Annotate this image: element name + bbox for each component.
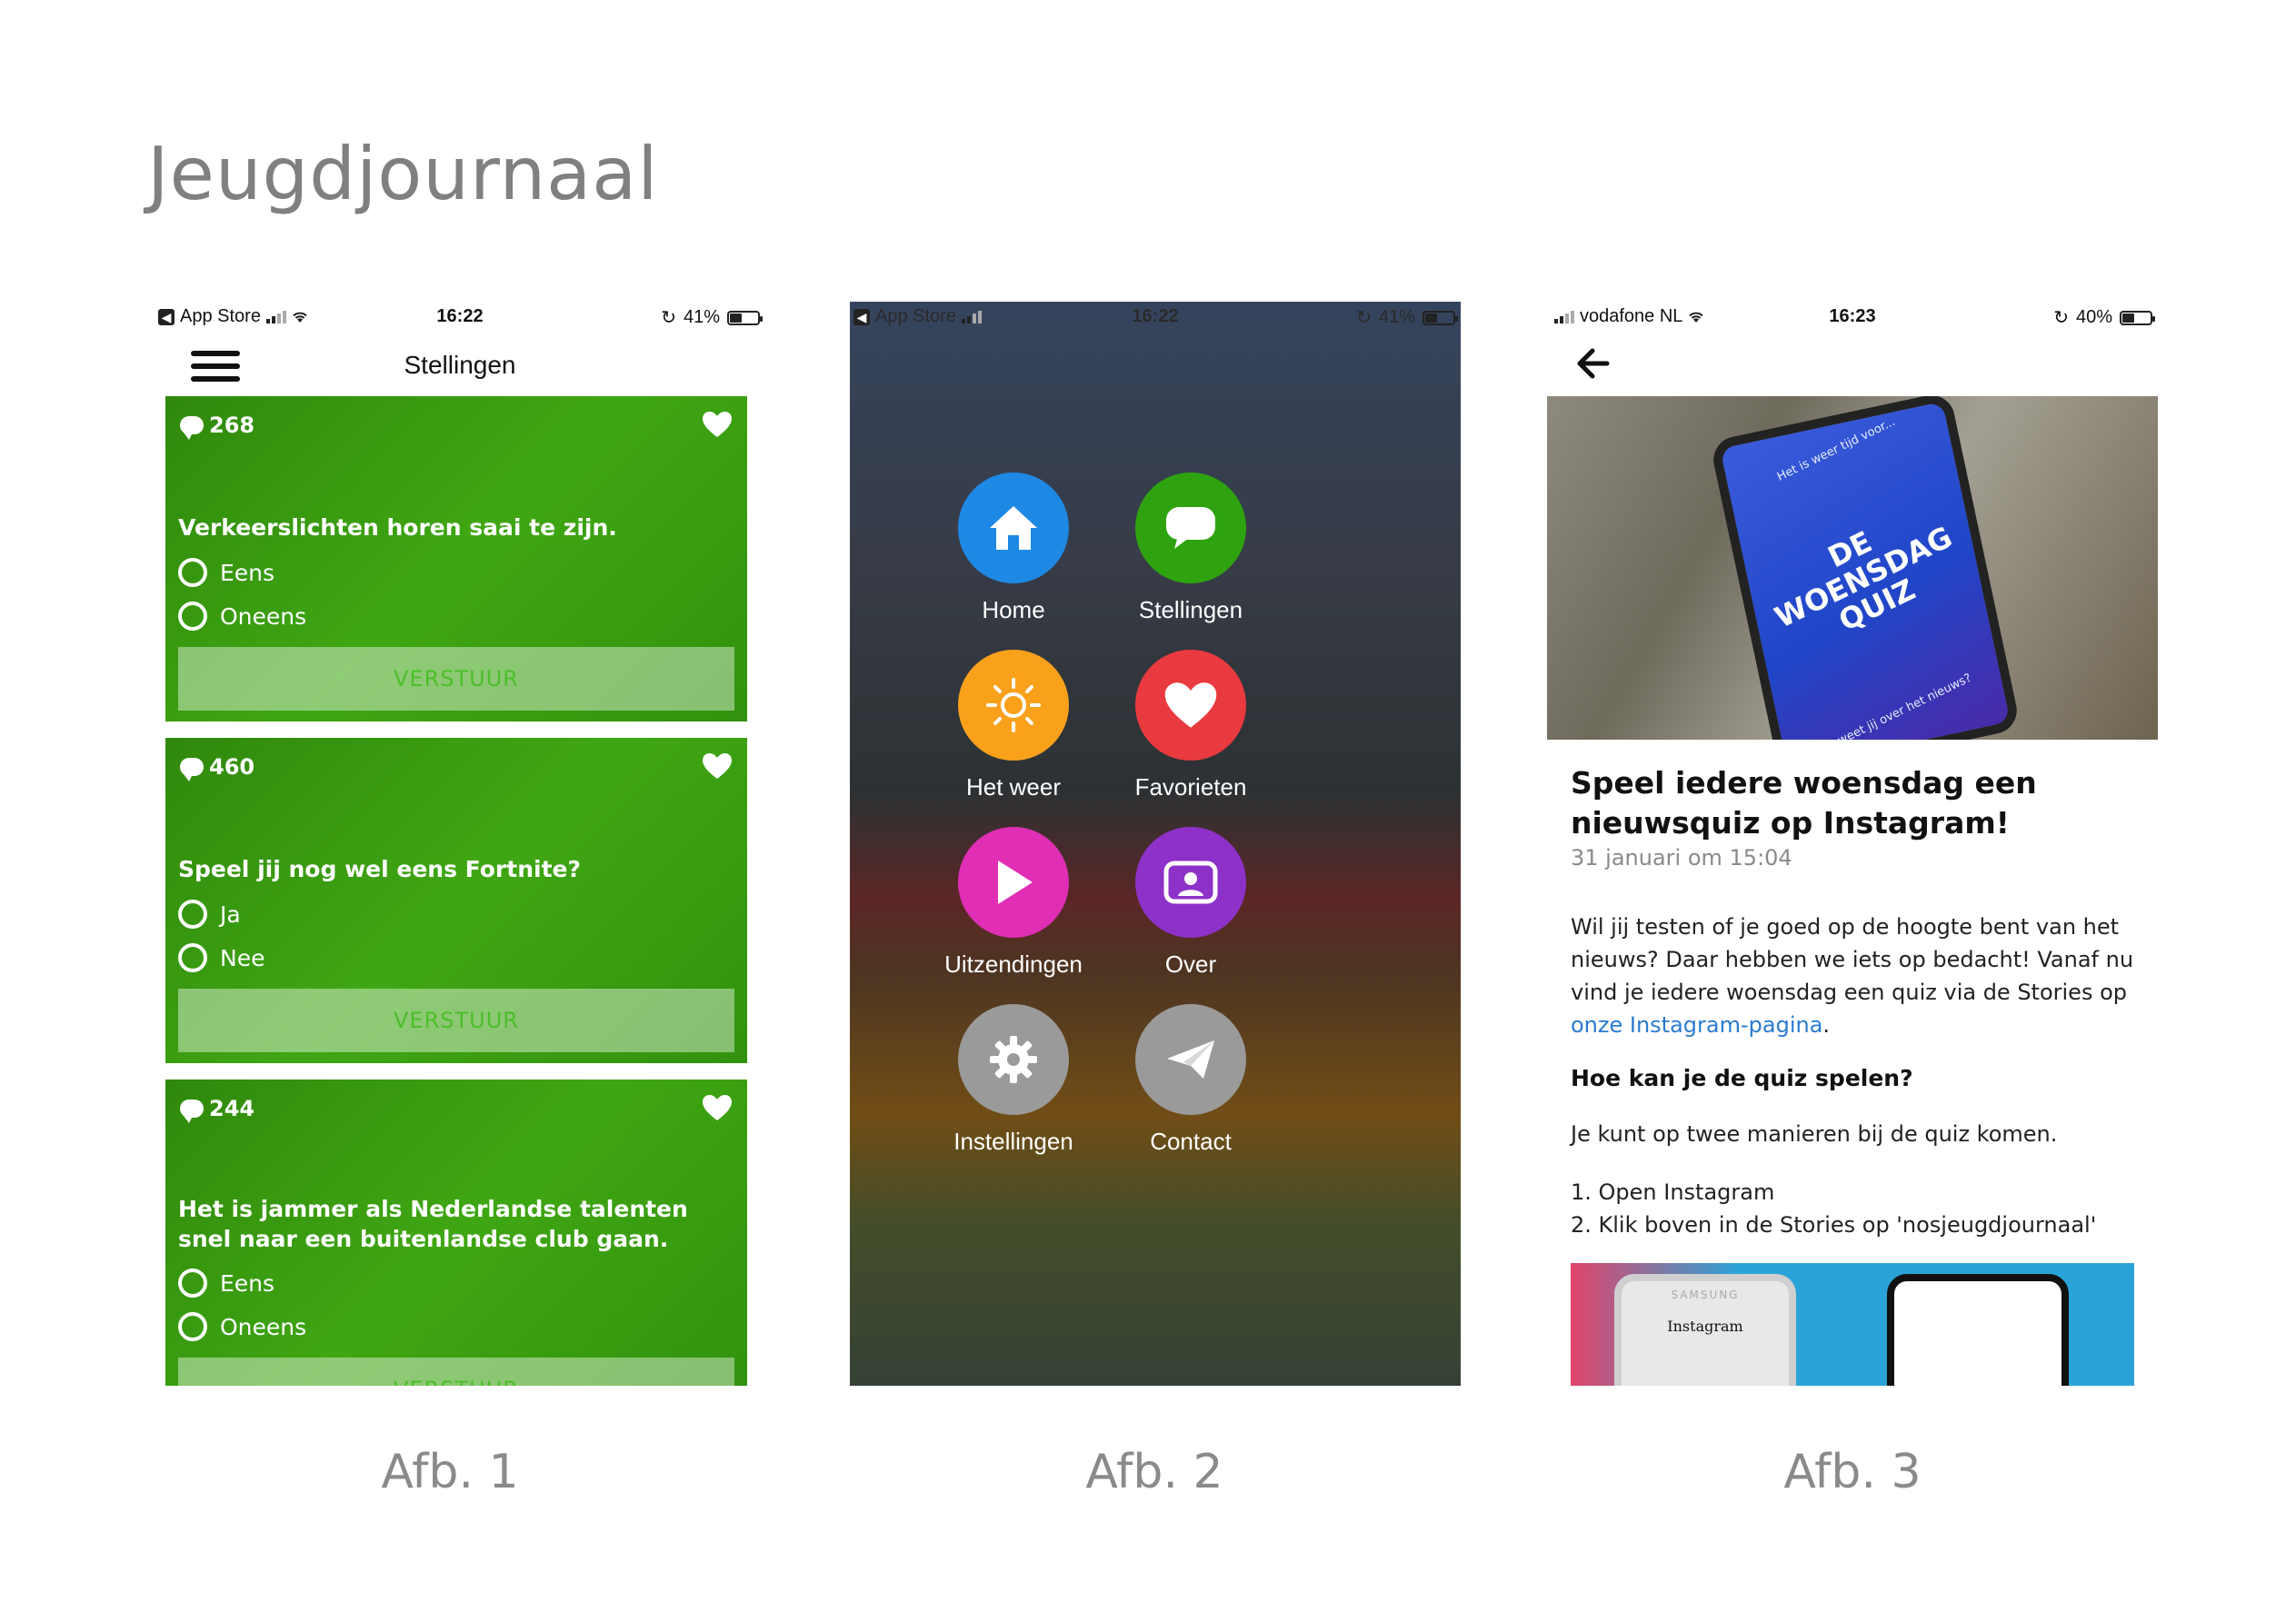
battery-icon [727, 310, 763, 325]
option-radio[interactable]: Ja [178, 900, 241, 929]
battery-percent: 40% [2075, 307, 2112, 327]
favorite-heart-icon[interactable] [702, 1094, 733, 1121]
home-icon [958, 473, 1069, 583]
statement-card: 460 Speel jij nog wel eens Fortnite? Ja … [165, 738, 747, 1063]
instagram-page-link[interactable]: onze Instagram-pagina [1571, 1012, 1822, 1038]
list-item: 1. Open Instagram [1571, 1179, 1775, 1205]
nav-title: Stellingen [404, 351, 516, 379]
article-title: Speel iedere woensdag een nieuwsquiz op … [1571, 765, 2037, 841]
quiz-phone-screen: Het is weer tijd voor... DE WOENSDAG QUI… [1709, 396, 2021, 740]
option-radio[interactable]: Eens [178, 1269, 275, 1298]
statement-card: 244 Het is jammer als Nederlandse talent… [165, 1080, 747, 1386]
battery-percent: 41% [1378, 307, 1415, 327]
statement-card: 268 Verkeerslichten horen saai te zijn. … [165, 396, 747, 721]
gear-icon [958, 1004, 1069, 1115]
quiz-logo-text: DE WOENSDAG QUIZ [1769, 519, 1958, 639]
menu-item-favorites[interactable]: Favorieten [1100, 650, 1282, 801]
speech-bubble-icon [1135, 473, 1246, 583]
article-subheading: Hoe kan je de quiz spelen? [1571, 1065, 1913, 1091]
article-body: Wil jij testen of je goed op de hoogte b… [1571, 914, 2134, 1038]
submit-button[interactable]: VERSTUUR [178, 647, 734, 711]
menu-item-broadcasts[interactable]: Uitzendingen [923, 827, 1104, 979]
article-paragraph: Je kunt op twee manieren bij de quiz kom… [1571, 1121, 2058, 1147]
favorite-heart-icon[interactable] [702, 752, 733, 780]
menu-item-home[interactable]: Home [923, 473, 1104, 624]
heart-icon [1135, 650, 1246, 761]
article-inline-image: SAMSUNG Instagram [1571, 1263, 2134, 1386]
option-radio[interactable]: Nee [178, 943, 265, 972]
statement-question: Speel jij nog wel eens Fortnite? [178, 856, 581, 882]
menu-item-weather[interactable]: Het weer [923, 650, 1104, 801]
figure-caption: Afb. 1 [381, 1445, 519, 1499]
statement-question: Verkeerslichten horen saai te zijn. [178, 514, 617, 541]
rotation-lock-icon: ↻ [1356, 308, 1372, 328]
favorite-heart-icon[interactable] [702, 411, 733, 438]
article-hero-image: Het is weer tijd voor... DE WOENSDAG QUI… [1547, 396, 2158, 740]
comment-icon [180, 758, 204, 781]
battery-icon [1423, 310, 1458, 325]
sun-icon [958, 650, 1069, 761]
option-radio[interactable]: Eens [178, 558, 275, 587]
menu-item-settings[interactable]: Instellingen [923, 1004, 1104, 1156]
battery-percent: 41% [683, 307, 720, 327]
rotation-lock-icon: ↻ [2053, 308, 2069, 328]
profile-card-icon [1135, 827, 1246, 938]
status-bar: ◀ App Store 16:22 ↻ 41% [155, 302, 765, 331]
figure-caption: Afb. 3 [1783, 1445, 1922, 1499]
article-date: 31 januari om 15:04 [1571, 845, 1792, 871]
list-item: 2. Klik boven in de Stories op 'nosjeugd… [1571, 1212, 2097, 1238]
article-steps: 1. Open Instagram 2. Klik boven in de St… [1571, 1176, 2096, 1241]
back-arrow-icon[interactable] [1574, 347, 1611, 380]
submit-button[interactable]: VERSTUUR [178, 1358, 734, 1386]
menu-item-stellingen[interactable]: Stellingen [1100, 473, 1282, 624]
rotation-lock-icon: ↻ [661, 308, 676, 328]
statement-question: Het is jammer als Nederlandse talenten s… [178, 1196, 688, 1252]
comment-icon [180, 1100, 204, 1123]
comment-count[interactable]: 268 [180, 413, 255, 440]
option-radio[interactable]: Oneens [178, 602, 306, 631]
menu-item-contact[interactable]: Contact [1100, 1004, 1282, 1156]
comment-count[interactable]: 244 [180, 1096, 255, 1123]
comment-icon [180, 416, 204, 440]
page-title: Jeugdjournaal [147, 132, 659, 216]
option-radio[interactable]: Oneens [178, 1312, 306, 1341]
paper-plane-icon [1135, 1004, 1246, 1115]
nav-bar: Stellingen [155, 331, 765, 394]
battery-icon [2120, 310, 2155, 325]
phone-screen-stellingen: ◀ App Store 16:22 ↻ 41% Stellingen 268 V… [155, 302, 765, 1386]
comment-count[interactable]: 460 [180, 754, 255, 781]
status-bar: vodafone NL 16:23 ↻ 40% [1547, 302, 2158, 331]
phone-screen-menu: ◀ App Store 16:22 ↻ 41% Home Stellingen … [850, 302, 1461, 1386]
phone-mockup [1887, 1274, 2069, 1386]
status-bar: ◀ App Store 16:22 ↻ 41% [850, 302, 1461, 331]
play-icon [958, 827, 1069, 938]
menu-item-about[interactable]: Over [1100, 827, 1282, 979]
figure-caption: Afb. 2 [1085, 1445, 1223, 1499]
phone-screen-article: vodafone NL 16:23 ↻ 40% Het is weer tijd… [1547, 302, 2158, 1386]
submit-button[interactable]: VERSTUUR [178, 989, 734, 1052]
